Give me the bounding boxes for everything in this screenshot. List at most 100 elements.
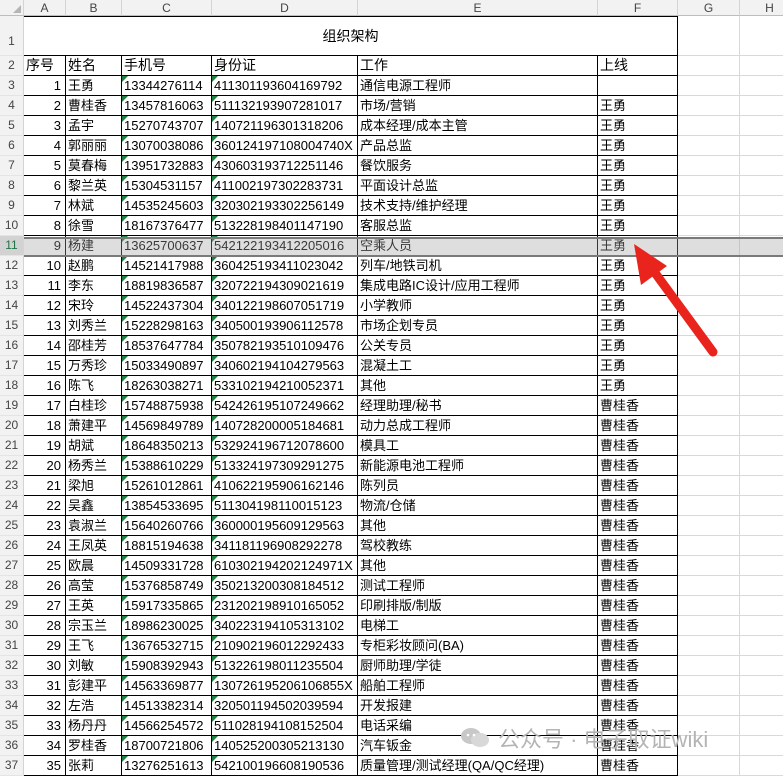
cell-id[interactable]: 411002197302283731 bbox=[212, 176, 358, 196]
row-header[interactable]: 20 bbox=[0, 416, 24, 436]
cell-no[interactable]: 25 bbox=[24, 556, 66, 576]
cell-phone[interactable]: 14509331728 bbox=[122, 556, 212, 576]
row-header[interactable]: 26 bbox=[0, 536, 24, 556]
empty-cell[interactable] bbox=[678, 656, 740, 676]
cell-name[interactable]: 王飞 bbox=[66, 636, 122, 656]
row-header[interactable]: 1 bbox=[0, 16, 24, 56]
empty-cell[interactable] bbox=[740, 616, 783, 636]
cell-up[interactable]: 王勇 bbox=[598, 376, 678, 396]
cell-job[interactable]: 厨师助理/学徒 bbox=[358, 656, 598, 676]
cell-up[interactable]: 曹桂香 bbox=[598, 396, 678, 416]
cell-id[interactable]: 430603193712251146 bbox=[212, 156, 358, 176]
empty-cell[interactable] bbox=[678, 616, 740, 636]
cell-id[interactable]: 341181196908292278 bbox=[212, 536, 358, 556]
cell-id[interactable]: 411301193604169792 bbox=[212, 76, 358, 96]
cell-phone[interactable]: 14569849789 bbox=[122, 416, 212, 436]
cell-job[interactable]: 专柜彩妆顾问(BA) bbox=[358, 636, 598, 656]
empty-cell[interactable] bbox=[740, 756, 783, 776]
column-header-A[interactable]: A bbox=[24, 0, 66, 16]
column-title-cell[interactable]: 工作 bbox=[358, 56, 598, 76]
cell-phone[interactable]: 13854533695 bbox=[122, 496, 212, 516]
cell-up[interactable]: 曹桂香 bbox=[598, 736, 678, 756]
cell-phone[interactable]: 15304531157 bbox=[122, 176, 212, 196]
empty-cell[interactable] bbox=[678, 336, 740, 356]
empty-cell[interactable] bbox=[678, 536, 740, 556]
cell-no[interactable]: 23 bbox=[24, 516, 66, 536]
cell-id[interactable]: 340223194105313102 bbox=[212, 616, 358, 636]
cell-up[interactable]: 曹桂香 bbox=[598, 556, 678, 576]
cell-job[interactable]: 市场/营销 bbox=[358, 96, 598, 116]
cell-up[interactable]: 王勇 bbox=[598, 356, 678, 376]
cell-up[interactable]: 曹桂香 bbox=[598, 636, 678, 656]
cell-name[interactable]: 宗玉兰 bbox=[66, 616, 122, 636]
empty-cell[interactable] bbox=[740, 476, 783, 496]
cell-phone[interactable]: 18648350213 bbox=[122, 436, 212, 456]
cell-name[interactable]: 杨丹丹 bbox=[66, 716, 122, 736]
column-header-F[interactable]: F bbox=[598, 0, 678, 16]
column-header-C[interactable]: C bbox=[122, 0, 212, 16]
empty-cell[interactable] bbox=[740, 636, 783, 656]
cell-name[interactable]: 郭丽丽 bbox=[66, 136, 122, 156]
cell-phone[interactable]: 15270743707 bbox=[122, 116, 212, 136]
row-header[interactable]: 25 bbox=[0, 516, 24, 536]
cell-no[interactable]: 28 bbox=[24, 616, 66, 636]
cell-id[interactable]: 340602194104279563 bbox=[212, 356, 358, 376]
cell-job[interactable]: 通信电源工程师 bbox=[358, 76, 598, 96]
cell-up[interactable]: 曹桂香 bbox=[598, 416, 678, 436]
empty-cell[interactable] bbox=[740, 696, 783, 716]
empty-cell[interactable] bbox=[678, 16, 740, 56]
empty-cell[interactable] bbox=[740, 296, 783, 316]
row-header[interactable]: 13 bbox=[0, 276, 24, 296]
cell-id[interactable]: 511132193907281017 bbox=[212, 96, 358, 116]
cell-no[interactable]: 15 bbox=[24, 356, 66, 376]
cell-phone[interactable]: 14566254572 bbox=[122, 716, 212, 736]
cell-up[interactable]: 曹桂香 bbox=[598, 456, 678, 476]
cell-job[interactable]: 开发报建 bbox=[358, 696, 598, 716]
cell-phone[interactable]: 18537647784 bbox=[122, 336, 212, 356]
cell-up[interactable]: 曹桂香 bbox=[598, 696, 678, 716]
sheet-title[interactable]: 组织架构 bbox=[24, 16, 678, 56]
empty-cell[interactable] bbox=[740, 496, 783, 516]
row-header[interactable]: 21 bbox=[0, 436, 24, 456]
cell-no[interactable]: 20 bbox=[24, 456, 66, 476]
row-header[interactable]: 16 bbox=[0, 336, 24, 356]
cell-job[interactable]: 物流/仓储 bbox=[358, 496, 598, 516]
cell-job[interactable]: 新能源电池工程师 bbox=[358, 456, 598, 476]
cell-id[interactable]: 410622195906162146 bbox=[212, 476, 358, 496]
row-header[interactable]: 23 bbox=[0, 476, 24, 496]
empty-cell[interactable] bbox=[740, 516, 783, 536]
row-header[interactable]: 14 bbox=[0, 296, 24, 316]
empty-cell[interactable] bbox=[740, 556, 783, 576]
row-header[interactable]: 30 bbox=[0, 616, 24, 636]
row-header[interactable]: 11 bbox=[0, 236, 24, 256]
cell-name[interactable]: 白桂珍 bbox=[66, 396, 122, 416]
cell-job[interactable]: 平面设计总监 bbox=[358, 176, 598, 196]
row-header[interactable]: 5 bbox=[0, 116, 24, 136]
cell-id[interactable]: 610302194202124971X bbox=[212, 556, 358, 576]
row-header[interactable]: 6 bbox=[0, 136, 24, 156]
cell-job[interactable]: 经理助理/秘书 bbox=[358, 396, 598, 416]
empty-cell[interactable] bbox=[678, 256, 740, 276]
cell-no[interactable]: 12 bbox=[24, 296, 66, 316]
cell-no[interactable]: 1 bbox=[24, 76, 66, 96]
cell-id[interactable]: 231202198910165052 bbox=[212, 596, 358, 616]
cell-id[interactable]: 513226198011235504 bbox=[212, 656, 358, 676]
cell-phone[interactable]: 13951732883 bbox=[122, 156, 212, 176]
empty-cell[interactable] bbox=[740, 176, 783, 196]
cell-id[interactable]: 542100196608190536 bbox=[212, 756, 358, 776]
cell-job[interactable]: 其他 bbox=[358, 516, 598, 536]
cell-no[interactable]: 6 bbox=[24, 176, 66, 196]
row-header[interactable]: 15 bbox=[0, 316, 24, 336]
row-header[interactable]: 33 bbox=[0, 676, 24, 696]
cell-name[interactable]: 萧建平 bbox=[66, 416, 122, 436]
cell-phone[interactable]: 15640260766 bbox=[122, 516, 212, 536]
cell-job[interactable]: 印刷排版/制版 bbox=[358, 596, 598, 616]
cell-job[interactable]: 船舶工程师 bbox=[358, 676, 598, 696]
row-header[interactable]: 3 bbox=[0, 76, 24, 96]
row-header[interactable]: 37 bbox=[0, 756, 24, 776]
empty-cell[interactable] bbox=[678, 156, 740, 176]
cell-name[interactable]: 张莉 bbox=[66, 756, 122, 776]
cell-no[interactable]: 24 bbox=[24, 536, 66, 556]
cell-up[interactable]: 王勇 bbox=[598, 336, 678, 356]
cell-up[interactable]: 曹桂香 bbox=[598, 496, 678, 516]
